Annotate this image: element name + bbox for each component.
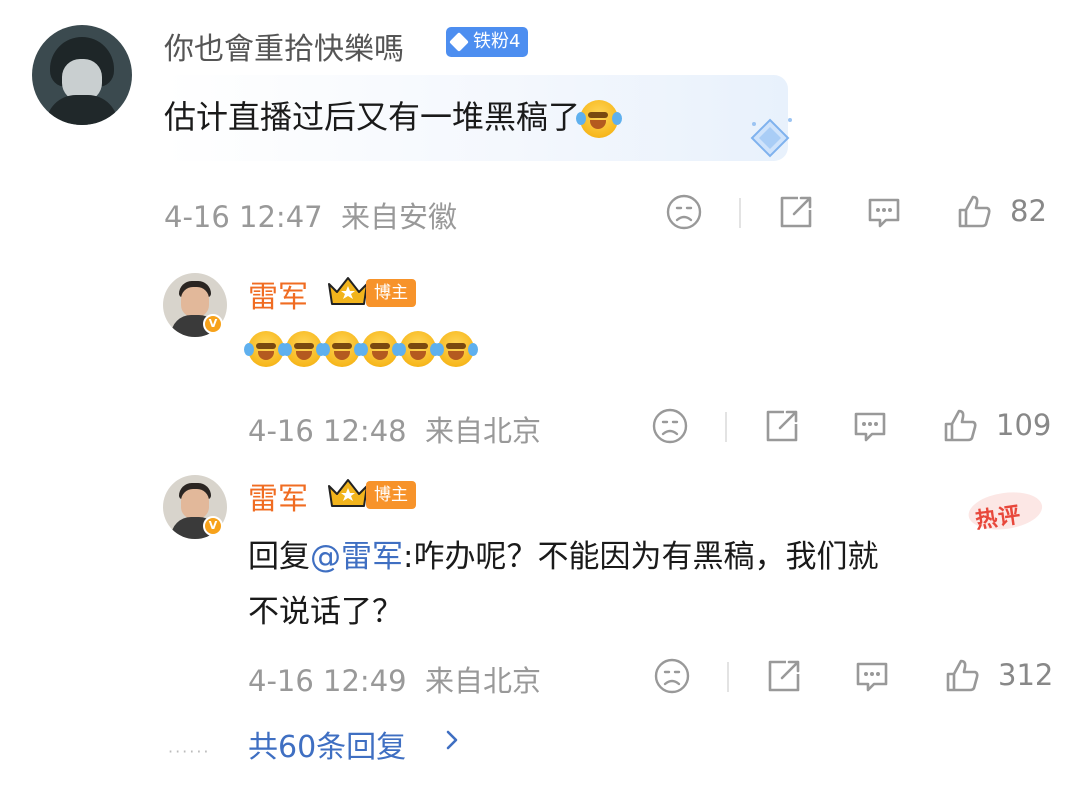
diamond-icon <box>449 32 469 52</box>
sad-face-icon[interactable] <box>664 192 704 232</box>
reply-location: 来自北京 <box>425 664 542 698</box>
more-replies-link[interactable]: 共60条回复 <box>248 722 406 766</box>
laughing-crying-emoji <box>434 331 478 367</box>
thumbs-up-icon[interactable] <box>954 192 994 232</box>
comment-meta: 4-16 12:47 来自安徽 <box>164 194 457 236</box>
reply-text-line1: 回复@雷军:咋办呢？不能因为有黑稿，我们就 <box>248 531 878 576</box>
laughing-crying-emoji <box>358 331 402 367</box>
replier-username[interactable]: 雷军 <box>248 272 308 316</box>
thumbs-up-icon[interactable] <box>942 656 982 696</box>
fan-badge-label: 铁粉4 <box>473 31 521 52</box>
blogger-badge: 博主 <box>366 279 416 307</box>
reply-text-line2: 不说话了？ <box>248 594 403 630</box>
like-count: 109 <box>996 408 1052 442</box>
commenter-username[interactable]: 你也會重拾快樂嗎 <box>164 24 404 68</box>
reply-text: :咋办呢？不能因为有黑稿，我们就 <box>403 539 879 575</box>
hot-comment-mark: 热评 <box>973 497 1023 535</box>
reply-timestamp: 4-16 12:48 <box>248 414 407 448</box>
comment-icon[interactable] <box>850 406 890 446</box>
thumbs-up-icon[interactable] <box>940 406 980 446</box>
comment-text: 估计直播过后又有一堆黑稿了 <box>164 92 623 138</box>
mention-link[interactable]: @雷军 <box>310 539 403 575</box>
laughing-crying-emoji <box>282 331 326 367</box>
comment-icon[interactable] <box>864 192 904 232</box>
share-icon[interactable] <box>762 406 802 446</box>
action-divider <box>727 662 729 692</box>
laughing-crying-emoji <box>396 331 440 367</box>
comment-timestamp: 4-16 12:47 <box>164 200 323 234</box>
reply-timestamp: 4-16 12:49 <box>248 664 407 698</box>
comment-location: 来自安徽 <box>341 200 458 234</box>
comment-icon[interactable] <box>852 656 892 696</box>
reply-meta: 4-16 12:49 来自北京 <box>248 658 541 700</box>
diamond-gem-icon <box>750 118 792 158</box>
like-count: 312 <box>998 658 1054 692</box>
commenter-avatar[interactable] <box>32 25 132 125</box>
replier-username[interactable]: 雷军 <box>248 474 308 518</box>
share-icon[interactable] <box>776 192 816 232</box>
verified-v-icon: V <box>203 516 223 536</box>
reply-meta: 4-16 12:48 来自北京 <box>248 408 541 450</box>
verified-v-icon: V <box>203 314 223 334</box>
like-count: 82 <box>1010 194 1047 228</box>
blogger-badge: 博主 <box>366 481 416 509</box>
laughing-crying-emoji <box>320 331 364 367</box>
laughing-crying-emoji <box>244 331 288 367</box>
reply-location: 来自北京 <box>425 414 542 448</box>
crown-icon <box>328 479 368 507</box>
sad-face-icon[interactable] <box>652 656 692 696</box>
chevron-right-icon[interactable] <box>440 728 464 752</box>
action-divider <box>725 412 727 442</box>
emoji-row <box>244 331 478 367</box>
laughing-crying-emoji <box>576 100 623 138</box>
sad-face-icon[interactable] <box>650 406 690 446</box>
action-divider <box>739 198 741 228</box>
reply-prefix: 回复 <box>248 539 310 575</box>
crown-icon <box>328 277 368 305</box>
reply-thread-dots: ······ <box>168 742 211 761</box>
share-icon[interactable] <box>764 656 804 696</box>
fan-level-badge[interactable]: 铁粉4 <box>446 27 529 57</box>
comment-text-content: 估计直播过后又有一堆黑稿了 <box>164 98 581 136</box>
